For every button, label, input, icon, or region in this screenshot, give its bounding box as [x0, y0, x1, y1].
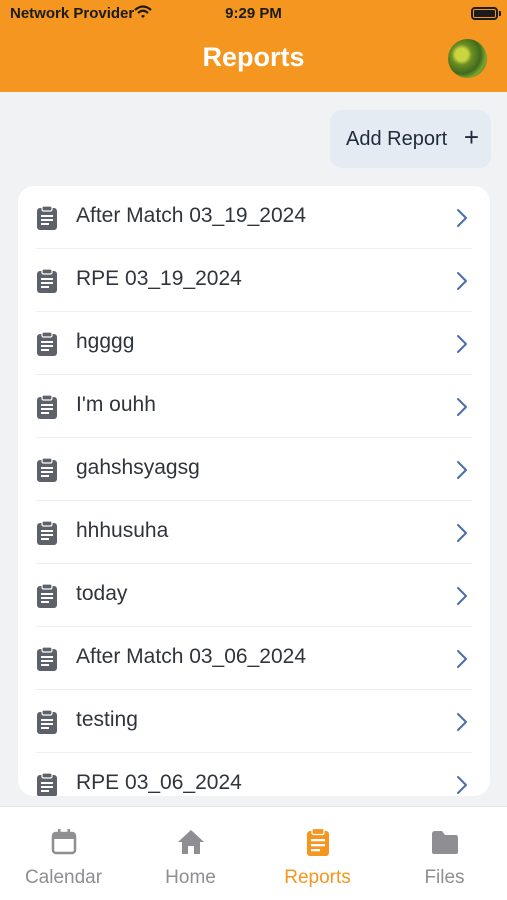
status-time: 9:29 PM: [225, 5, 282, 22]
clipboard-icon: [36, 583, 58, 609]
report-list-item[interactable]: today: [18, 564, 490, 627]
plus-icon: +: [463, 122, 479, 152]
chevron-right-icon: [457, 713, 467, 731]
add-report-button[interactable]: Add Report +: [330, 110, 491, 168]
report-title: After Match 03_19_2024: [76, 204, 306, 227]
report-title: hhhusuha: [76, 519, 169, 542]
chevron-right-icon: [457, 335, 467, 353]
tab-calendar[interactable]: Calendar: [0, 807, 127, 900]
clipboard-icon: [36, 268, 58, 294]
clipboard-icon: [303, 827, 333, 857]
clipboard-icon: [36, 709, 58, 735]
report-list-item[interactable]: hhhusuha: [18, 501, 490, 564]
chevron-right-icon: [457, 461, 467, 479]
report-title: hgggg: [76, 330, 135, 353]
tab-label: Reports: [284, 867, 351, 888]
tab-reports[interactable]: Reports: [254, 807, 381, 900]
report-title: testing: [76, 708, 138, 731]
report-title: RPE 03_06_2024: [76, 771, 242, 794]
chevron-right-icon: [457, 650, 467, 668]
report-list-item[interactable]: I'm ouhh: [18, 375, 490, 438]
report-list-item[interactable]: After Match 03_06_2024: [18, 627, 490, 690]
tab-files[interactable]: Files: [381, 807, 507, 900]
tab-label: Calendar: [24, 867, 103, 888]
clipboard-icon: [36, 646, 58, 672]
report-list-item[interactable]: gahshsyagsg: [18, 438, 490, 501]
clipboard-icon: [36, 520, 58, 546]
home-icon: [176, 827, 206, 857]
app-header: Network Provider 9:29 PM Reports: [0, 0, 507, 92]
report-list-item[interactable]: RPE 03_06_2024: [18, 753, 490, 796]
report-title: gahshsyagsg: [76, 456, 200, 479]
clipboard-icon: [36, 205, 58, 231]
clipboard-icon: [36, 457, 58, 483]
report-list-item[interactable]: RPE 03_19_2024: [18, 249, 490, 312]
tab-label: Files: [424, 867, 465, 888]
report-list-item[interactable]: testing: [18, 690, 490, 753]
chevron-right-icon: [457, 524, 467, 542]
report-list-item[interactable]: hgggg: [18, 312, 490, 375]
chevron-right-icon: [457, 776, 467, 794]
avatar[interactable]: [448, 39, 487, 78]
report-title: RPE 03_19_2024: [76, 267, 242, 290]
chevron-right-icon: [457, 587, 467, 605]
chevron-right-icon: [457, 209, 467, 227]
page-title: Reports: [202, 42, 305, 72]
tab-home[interactable]: Home: [127, 807, 254, 900]
report-title: I'm ouhh: [76, 393, 156, 416]
report-title: After Match 03_06_2024: [76, 645, 306, 668]
clipboard-icon: [36, 772, 58, 796]
add-report-label: Add Report: [346, 127, 448, 150]
clipboard-icon: [36, 331, 58, 357]
chevron-right-icon: [457, 272, 467, 290]
report-title: today: [76, 582, 128, 605]
reports-list: After Match 03_19_2024 RPE 03_19_2024hggg…: [18, 186, 490, 796]
tab-bar: Calendar Home Reports Files: [0, 806, 507, 900]
clipboard-icon: [36, 394, 58, 420]
folder-icon: [430, 827, 460, 857]
chevron-right-icon: [457, 398, 467, 416]
tab-label: Home: [165, 867, 216, 888]
status-bar: Network Provider 9:29 PM: [0, 0, 507, 30]
report-list-item[interactable]: After Match 03_19_2024: [18, 186, 490, 249]
calendar-icon: [49, 827, 79, 857]
battery-icon: [471, 7, 501, 20]
